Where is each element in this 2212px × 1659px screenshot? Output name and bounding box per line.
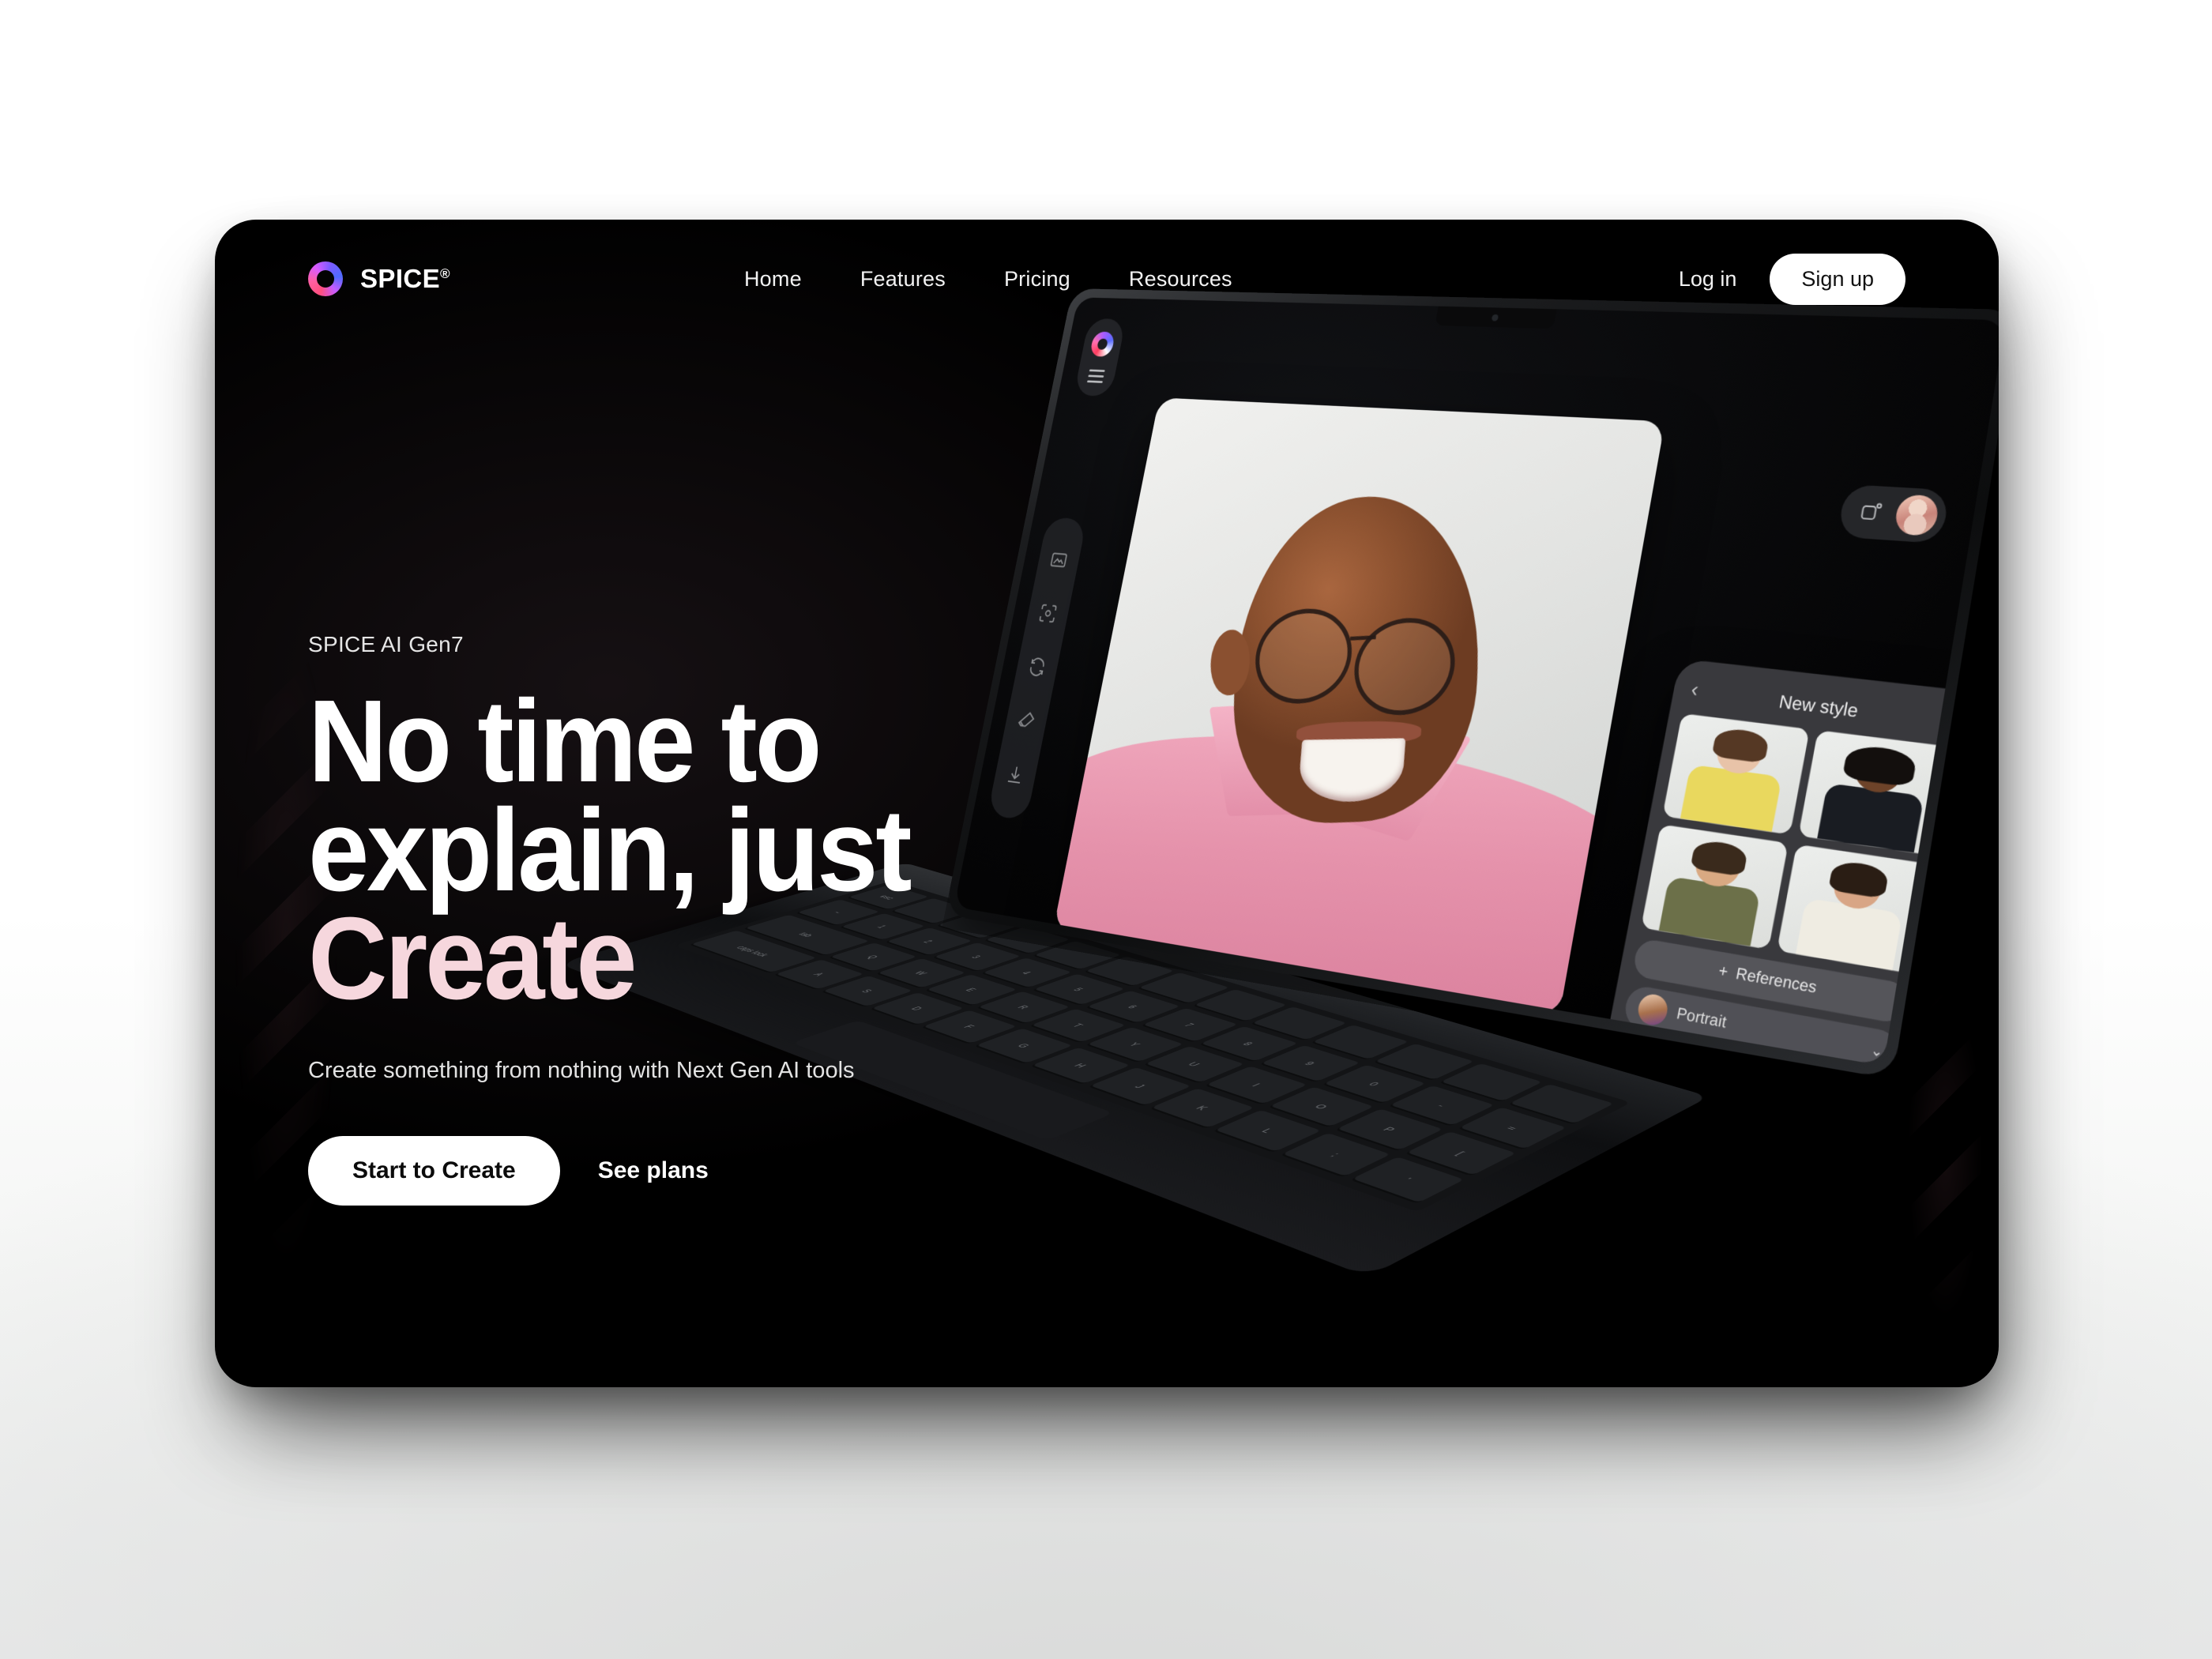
share-export-icon[interactable]: [1858, 500, 1885, 525]
image-icon[interactable]: [1048, 549, 1070, 572]
add-image-icon: [1626, 1043, 1659, 1066]
thumb-body: [1680, 765, 1782, 833]
thumb-head: [1714, 732, 1765, 777]
brand-logo[interactable]: SPICE®: [308, 261, 450, 296]
login-link[interactable]: Log in: [1679, 267, 1737, 292]
portrait-type-value: Portrait: [1675, 1005, 1729, 1033]
thumb-body: [1658, 876, 1761, 946]
style-name-input[interactable]: My portrait style: [1612, 1033, 1892, 1066]
thumb-body: [1795, 898, 1903, 971]
add-references-label: References: [1734, 965, 1819, 998]
plus-icon: +: [1717, 961, 1730, 982]
hero-copy: SPICE AI Gen7 No time to explain, just C…: [308, 632, 1098, 1206]
thumb-hair: [1711, 727, 1770, 763]
trademark-symbol: ®: [440, 266, 450, 281]
gradient-ring-logo-icon: [308, 261, 343, 296]
hero-subtitle: Create something from nothing with Next …: [308, 1057, 855, 1083]
hero-eyebrow: SPICE AI Gen7: [308, 632, 464, 656]
brand-name: SPICE®: [360, 264, 450, 294]
see-plans-button[interactable]: See plans: [593, 1149, 713, 1192]
thumb-head: [1852, 750, 1905, 796]
portrait-avatar: [1635, 991, 1670, 1028]
thumb-hair: [1689, 838, 1749, 877]
thumb-head: [1692, 845, 1744, 890]
smiling-woman-portrait: [1053, 397, 1665, 1016]
hero-cta-row: Start to Create See plans: [308, 1135, 1098, 1206]
new-style-panel: ‹ New style + References Portrait ⌄: [1596, 658, 1977, 1066]
nav-actions: Log in Sign up: [1679, 253, 1905, 305]
canvas-preview[interactable]: [1053, 397, 1665, 1016]
top-navigation-bar: SPICE® Home Features Pricing Resources L…: [215, 220, 1999, 338]
start-to-create-button[interactable]: Start to Create: [308, 1135, 560, 1206]
portrait-type-select[interactable]: Portrait ⌄: [1622, 984, 1902, 1066]
headline-line-1: No time to: [308, 676, 822, 807]
add-image-glyph: [1634, 1051, 1651, 1066]
add-references-button[interactable]: + References: [1631, 937, 1910, 1025]
thumb-body: [1816, 783, 1924, 853]
headline-line-2: explain, just: [308, 784, 912, 916]
panel-header: ‹ New style: [1683, 675, 1961, 740]
app-topbar-actions: [1837, 483, 1951, 544]
signup-button[interactable]: Sign up: [1770, 253, 1905, 305]
panel-title: New style: [1777, 690, 1860, 721]
nav-item-pricing[interactable]: Pricing: [1004, 267, 1070, 292]
thumb-head: [1830, 865, 1884, 912]
thumbnail-woman-yellow-top[interactable]: [1662, 713, 1810, 835]
nav-item-home[interactable]: Home: [744, 267, 802, 292]
nav-item-features[interactable]: Features: [860, 267, 946, 292]
reference-thumbnail-grid: [1641, 713, 1954, 974]
user-avatar[interactable]: [1893, 494, 1941, 537]
focus-frame-icon[interactable]: [1037, 602, 1059, 625]
headline-accent-word: Create: [308, 893, 638, 1025]
style-name-value: My portrait style: [1664, 1055, 1777, 1066]
thumbnail-woman-black-shirt-glasses[interactable]: [1798, 730, 1954, 856]
hamburger-icon[interactable]: [1086, 369, 1105, 383]
brand-name-text: SPICE: [360, 264, 441, 293]
laptop: esc ~ 1 2 3 4 5 6 7 8 9 0 - = tab Q W E …: [559, 288, 1999, 1277]
chevron-down-icon: ⌄: [1869, 1041, 1885, 1061]
thumb-hair: [1827, 860, 1890, 899]
chevron-left-icon[interactable]: ‹: [1689, 676, 1701, 702]
thumb-hair: [1841, 743, 1919, 788]
thumbnail-man-olive-tshirt[interactable]: [1641, 824, 1789, 950]
hero-card: SPICE® Home Features Pricing Resources L…: [215, 220, 1999, 1387]
hero-headline: No time to explain, just Create: [308, 676, 1051, 1025]
thumbnail-woman-white-turtleneck[interactable]: [1777, 844, 1932, 974]
nav-item-resources[interactable]: Resources: [1129, 267, 1232, 292]
nav-links: Home Features Pricing Resources: [744, 267, 1232, 292]
